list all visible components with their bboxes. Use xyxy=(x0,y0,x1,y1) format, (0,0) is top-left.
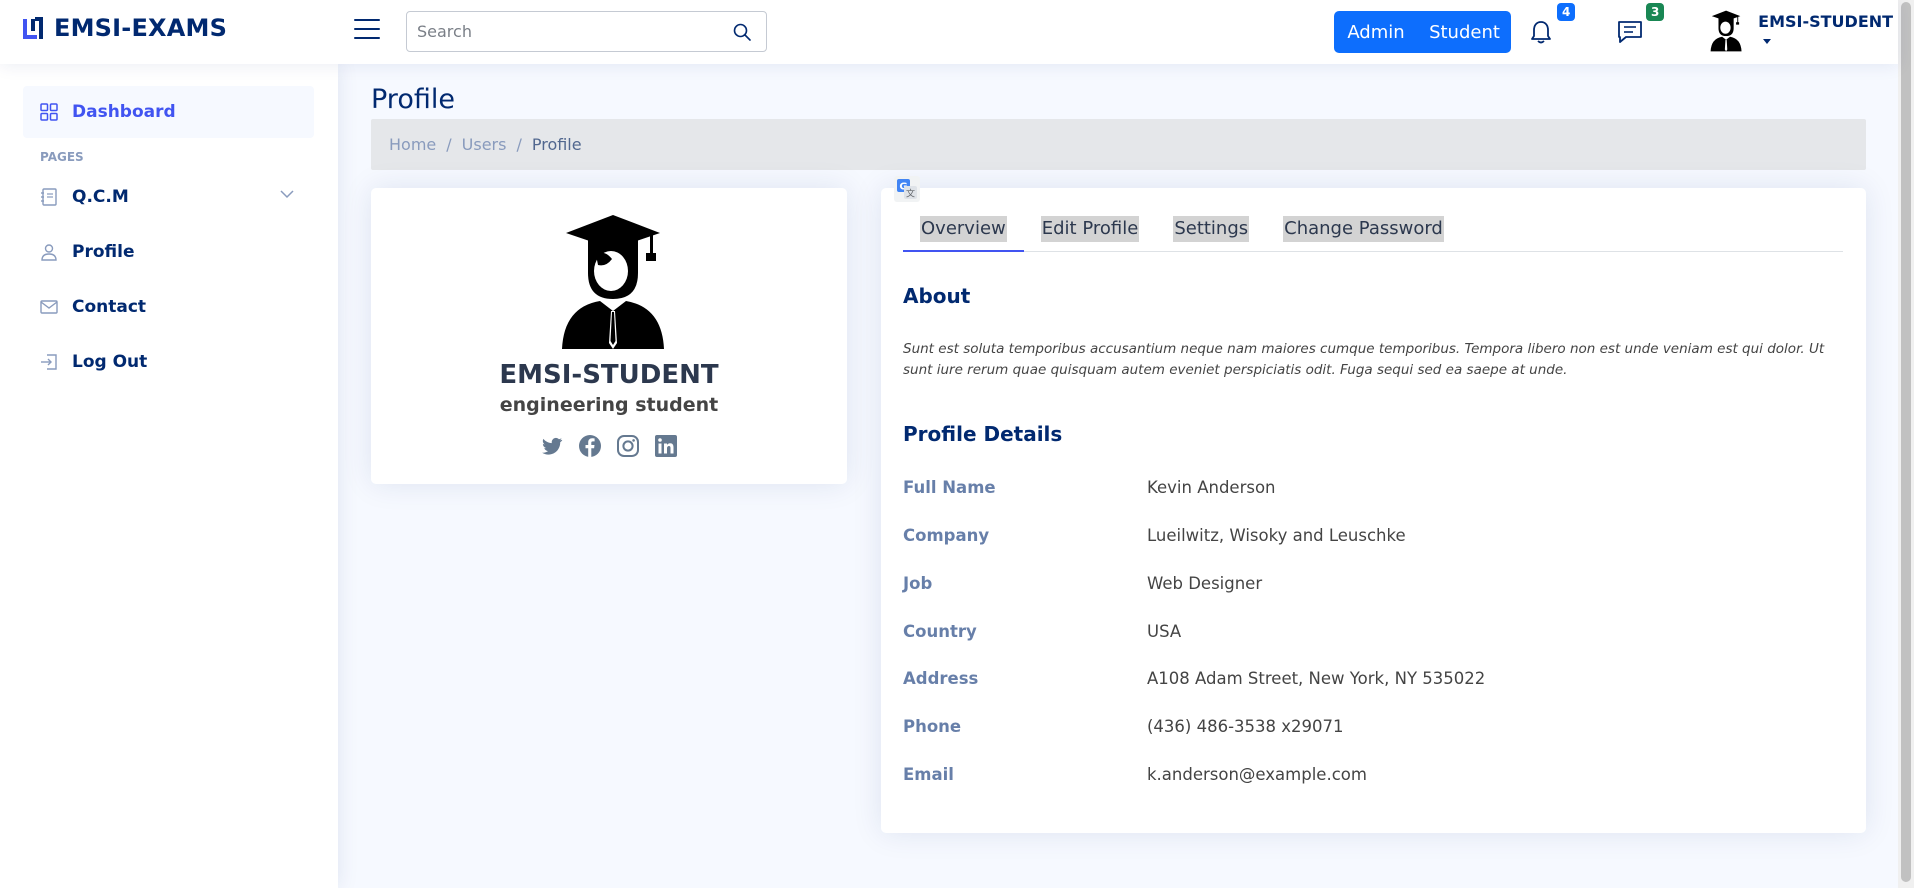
detail-row-address: Address A108 Adam Street, New York, NY 5… xyxy=(903,669,1833,693)
sidebar-item-contact[interactable]: Contact xyxy=(23,281,314,333)
profile-details-card: Overview Edit Profile Settings Change Pa… xyxy=(881,188,1866,833)
student-role-button[interactable]: Student xyxy=(1418,11,1511,53)
envelope-icon xyxy=(40,300,58,314)
student-avatar-icon xyxy=(1710,10,1742,52)
detail-row-phone: Phone (436) 486-3538 x29071 xyxy=(903,717,1833,741)
detail-value: Web Designer xyxy=(1147,574,1263,593)
logo-icon xyxy=(23,17,43,39)
tab-edit-profile[interactable]: Edit Profile xyxy=(1024,216,1157,252)
sidebar-toggle-icon[interactable] xyxy=(354,19,380,41)
sidebar-section-heading: PAGES xyxy=(40,150,84,164)
sidebar-item-label: Contact xyxy=(72,297,147,317)
detail-value: k.anderson@example.com xyxy=(1147,765,1367,784)
instagram-icon[interactable] xyxy=(616,434,640,458)
grid-icon xyxy=(40,103,58,121)
breadcrumb: Home / Users / Profile xyxy=(371,119,1866,170)
top-header: EMSI-EXAMS Admin Student 4 3 xyxy=(0,0,1898,64)
profile-name: EMSI-STUDENT xyxy=(499,360,719,390)
box-arrow-in-icon xyxy=(41,354,57,370)
detail-row-job: Job Web Designer xyxy=(903,574,1833,598)
notifications-badge: 4 xyxy=(1557,3,1576,21)
chevron-down-icon[interactable] xyxy=(280,187,294,201)
caret-down-icon xyxy=(1763,39,1772,44)
role-switcher: Admin Student xyxy=(1334,11,1511,53)
sidebar-item-logout[interactable]: Log Out xyxy=(23,336,314,388)
svg-text:文: 文 xyxy=(906,188,915,200)
admin-role-button[interactable]: Admin xyxy=(1334,11,1418,53)
detail-value: (436) 486-3538 x29071 xyxy=(1147,717,1344,736)
breadcrumb-users[interactable]: Users xyxy=(462,135,507,154)
breadcrumb-separator: / xyxy=(516,135,522,154)
detail-label: Country xyxy=(903,622,977,641)
detail-label: Address xyxy=(903,669,979,688)
about-title: About xyxy=(903,284,971,308)
search-icon[interactable] xyxy=(732,22,752,42)
profile-role: engineering student xyxy=(499,394,719,416)
profile-details-title: Profile Details xyxy=(903,422,1063,446)
breadcrumb-home[interactable]: Home xyxy=(389,135,436,154)
scrollbar-thumb[interactable] xyxy=(1901,2,1911,882)
profile-tabs: Overview Edit Profile Settings Change Pa… xyxy=(903,216,1843,252)
tab-change-password[interactable]: Change Password xyxy=(1266,216,1461,252)
student-avatar-icon xyxy=(562,215,664,349)
detail-row-country: Country USA xyxy=(903,622,1833,646)
page-scrollbar[interactable] xyxy=(1898,0,1914,888)
detail-value: USA xyxy=(1147,622,1182,641)
sidebar: Dashboard PAGES Q.C.M Profile Contact Lo… xyxy=(0,64,338,888)
detail-label: Company xyxy=(903,526,990,545)
detail-label: Job xyxy=(903,574,933,593)
detail-value: Lueilwitz, Wisoky and Leuschke xyxy=(1147,526,1406,545)
sidebar-item-profile[interactable]: Profile xyxy=(23,226,314,278)
user-menu[interactable]: EMSI-STUDENT xyxy=(1710,10,1898,52)
page-title: Profile xyxy=(371,84,455,115)
translate-icon[interactable]: G 文 xyxy=(894,176,920,202)
social-links xyxy=(371,434,847,458)
person-icon xyxy=(41,244,57,261)
tab-overview[interactable]: Overview xyxy=(903,216,1024,252)
detail-row-full-name: Full Name Kevin Anderson xyxy=(903,478,1833,502)
breadcrumb-current: Profile xyxy=(531,135,582,154)
chat-icon[interactable] xyxy=(1616,18,1644,46)
about-text: Sunt est soluta temporibus accusantium n… xyxy=(903,341,1825,378)
detail-label: Email xyxy=(903,765,954,784)
brand-logo[interactable]: EMSI-EXAMS xyxy=(22,14,227,42)
detail-value: Kevin Anderson xyxy=(1147,478,1276,497)
search-bar xyxy=(406,11,767,52)
detail-row-email: Email k.anderson@example.com xyxy=(903,765,1833,789)
search-input[interactable] xyxy=(407,12,707,51)
journal-icon xyxy=(41,188,57,206)
detail-value: A108 Adam Street, New York, NY 535022 xyxy=(1147,669,1486,688)
linkedin-icon[interactable] xyxy=(654,434,678,458)
facebook-icon[interactable] xyxy=(578,434,602,458)
sidebar-item-qcm[interactable]: Q.C.M xyxy=(23,171,314,223)
sidebar-item-dashboard[interactable]: Dashboard xyxy=(23,86,314,138)
brand-name: EMSI-EXAMS xyxy=(54,14,228,42)
twitter-icon[interactable] xyxy=(540,434,564,458)
breadcrumb-separator: / xyxy=(446,135,452,154)
sidebar-item-label: Log Out xyxy=(72,352,148,372)
detail-label: Full Name xyxy=(903,478,996,497)
sidebar-item-label: Profile xyxy=(72,242,135,262)
sidebar-item-label: Dashboard xyxy=(72,102,176,122)
profile-card: EMSI-STUDENT engineering student xyxy=(371,188,847,484)
detail-label: Phone xyxy=(903,717,962,736)
messages-badge: 3 xyxy=(1646,3,1665,21)
sidebar-item-label: Q.C.M xyxy=(72,187,129,207)
detail-row-company: Company Lueilwitz, Wisoky and Leuschke xyxy=(903,526,1833,550)
tab-settings[interactable]: Settings xyxy=(1156,216,1266,252)
user-name: EMSI-STUDENT xyxy=(1758,12,1898,50)
bell-icon[interactable] xyxy=(1527,18,1555,46)
